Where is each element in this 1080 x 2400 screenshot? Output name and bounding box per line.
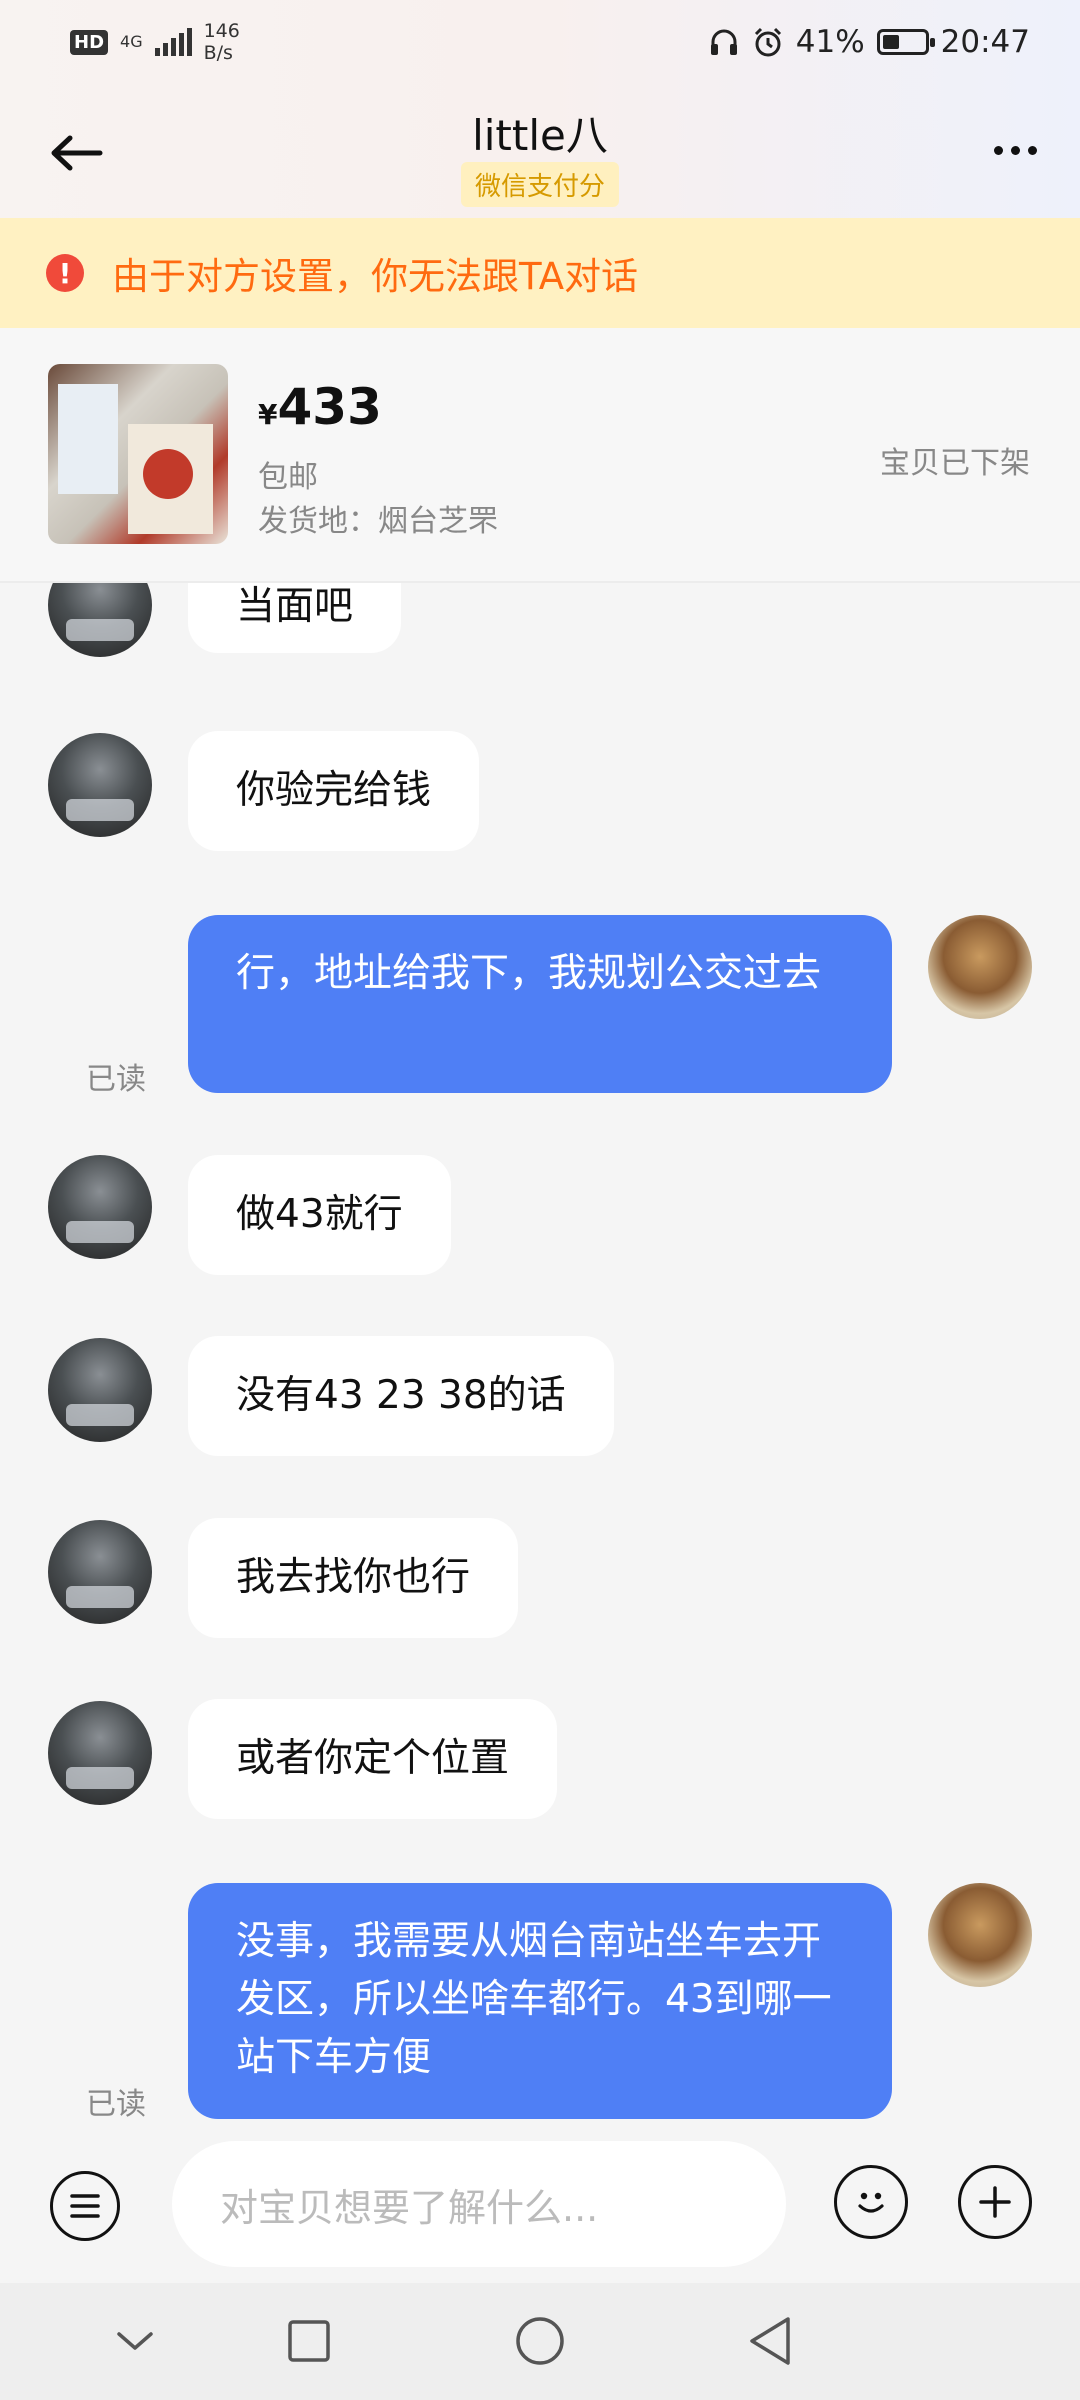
input-bar: 对宝贝想要了解什么... [0, 2135, 1080, 2283]
my-avatar[interactable] [928, 1883, 1032, 1987]
contact-avatar[interactable] [48, 1520, 152, 1624]
square-icon [288, 2320, 330, 2362]
message-input[interactable]: 对宝贝想要了解什么... [172, 2141, 786, 2267]
ship-origin: 发货地：烟台芝罘 [258, 504, 498, 539]
network-type: 4G [120, 32, 143, 51]
circle-icon [516, 2317, 564, 2365]
network-speed-value: 146 [203, 20, 240, 42]
network-speed: 146 B/s [204, 20, 240, 64]
message-bubble[interactable]: 当面吧 [188, 583, 402, 653]
message-bubble-self[interactable]: 没事，我需要从烟台南站坐车去开发区，所以坐啥车都行。43到哪一站下车方便 [188, 1883, 892, 2119]
triangle-back-icon [750, 2317, 790, 2365]
hd-icon: HD [70, 29, 109, 55]
alert-icon: ! [46, 254, 84, 292]
price-value: 433 [277, 378, 382, 436]
nav-back-button[interactable] [735, 2311, 805, 2371]
product-status: 宝贝已下架 [880, 446, 1030, 481]
alarm-icon [754, 27, 781, 57]
contact-avatar[interactable] [48, 733, 152, 837]
currency-symbol: ¥ [258, 398, 278, 431]
contact-avatar[interactable] [48, 1701, 152, 1805]
message-bubble[interactable]: 没有43 23 38的话 [188, 1336, 614, 1456]
shipping-info: 包邮 [258, 460, 318, 495]
smiley-icon [858, 2192, 884, 2213]
system-nav-bar [0, 2283, 1080, 2400]
clock: 20:47 [940, 24, 1030, 60]
battery-icon [876, 29, 935, 55]
message-bubble-self[interactable]: 行，地址给我下，我规划公交过去 [188, 915, 892, 1093]
chat-title: little八 [472, 111, 608, 160]
product-thumbnail[interactable] [48, 364, 228, 544]
signal-icon [154, 28, 192, 56]
my-avatar[interactable] [928, 915, 1032, 1019]
nav-collapse-button[interactable] [100, 2311, 170, 2371]
chevron-down-icon [117, 2332, 153, 2350]
status-right: 41% 20:47 [708, 24, 1030, 60]
nav-home-button[interactable] [505, 2311, 575, 2371]
contact-avatar[interactable] [48, 1155, 152, 1259]
status-left: HD 4G 146 B/s [70, 20, 240, 64]
read-receipt: 已读 [86, 2087, 146, 2122]
menu-button[interactable] [50, 2171, 120, 2241]
read-receipt: 已读 [86, 1062, 146, 1097]
message-bubble[interactable]: 做43就行 [188, 1155, 451, 1275]
contact-avatar[interactable] [48, 1338, 152, 1442]
product-price: ¥433 [258, 378, 382, 436]
chat-header: little八 微信支付分 [0, 90, 1080, 218]
battery-percent: 41% [795, 24, 865, 60]
plus-icon [979, 2186, 1011, 2218]
more-dot-icon [1027, 145, 1037, 155]
warning-text: 由于对方设置，你无法跟TA对话 [112, 255, 639, 298]
more-options-button[interactable] [980, 120, 1050, 180]
nav-recents-button[interactable] [274, 2311, 344, 2371]
warning-banner: ! 由于对方设置，你无法跟TA对话 [0, 218, 1080, 328]
contact-avatar[interactable] [48, 583, 152, 657]
more-dot-icon [993, 145, 1003, 155]
network-speed-unit: B/s [203, 42, 233, 64]
chat-messages[interactable]: 当面吧 你验完给钱 行，地址给我下，我规划公交过去 已读 做43就行 没有43 … [0, 583, 1080, 2135]
add-button[interactable] [958, 2165, 1032, 2239]
message-bubble[interactable]: 你验完给钱 [188, 731, 480, 851]
menu-lines-icon [70, 2194, 100, 2218]
message-bubble[interactable]: 我去找你也行 [188, 1518, 519, 1638]
more-dot-icon [1010, 145, 1020, 155]
wechat-pay-score-badge[interactable]: 微信支付分 [460, 162, 620, 207]
product-card[interactable]: ¥433 包邮 发货地：烟台芝罘 宝贝已下架 [0, 328, 1080, 583]
emoji-button[interactable] [834, 2165, 908, 2239]
headphones-icon [710, 29, 737, 55]
status-bar: HD 4G 146 B/s 41% 20:47 [0, 0, 1080, 90]
message-bubble[interactable]: 或者你定个位置 [188, 1699, 558, 1819]
